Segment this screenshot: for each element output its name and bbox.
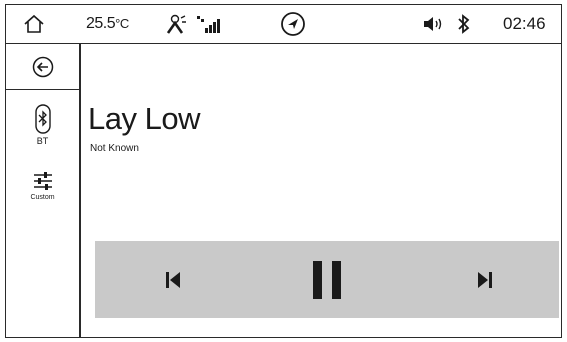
sidebar: BT Custom — [6, 44, 81, 337]
status-bar: 25.5 °C 02:46 — [6, 5, 561, 44]
sidebar-item-bt[interactable]: BT — [6, 104, 79, 146]
next-track-icon — [478, 271, 492, 288]
navigation-button[interactable] — [277, 5, 309, 42]
volume-status — [420, 5, 446, 42]
sidebar-item-label: Custom — [30, 194, 55, 201]
volume-icon — [424, 16, 442, 31]
signal-strength-icon — [197, 15, 220, 33]
bluetooth-icon — [34, 104, 51, 134]
back-arrow-icon — [32, 56, 53, 77]
screen-frame: 25.5 °C 02:46 BT Custom Lay Low Not Know… — [5, 4, 562, 338]
previous-track-button[interactable] — [153, 241, 193, 318]
temperature-unit: °C — [115, 16, 129, 31]
signal-status — [192, 5, 226, 42]
sidebar-item-custom[interactable]: Custom — [6, 170, 79, 201]
temperature-value: 25.5 — [86, 14, 116, 32]
temperature-readout: 25.5 °C — [86, 5, 129, 42]
climate-status — [158, 5, 192, 42]
sidebar-item-label: BT — [36, 136, 49, 146]
clock: 02:46 — [503, 13, 546, 33]
climate-fan-icon — [166, 14, 186, 34]
bluetooth-status — [453, 5, 475, 42]
previous-track-icon — [166, 271, 180, 288]
track-artist: Not Known — [90, 143, 139, 154]
playback-controls — [95, 241, 559, 318]
equalizer-icon — [33, 172, 52, 190]
next-track-button[interactable] — [465, 241, 505, 318]
navigation-icon — [281, 11, 305, 36]
track-title: Lay Low — [88, 101, 200, 136]
home-icon — [24, 14, 44, 33]
bluetooth-icon — [458, 13, 470, 34]
back-button[interactable] — [6, 44, 79, 90]
pause-icon — [313, 260, 341, 299]
pause-button[interactable] — [305, 241, 349, 318]
home-button[interactable] — [19, 5, 49, 42]
